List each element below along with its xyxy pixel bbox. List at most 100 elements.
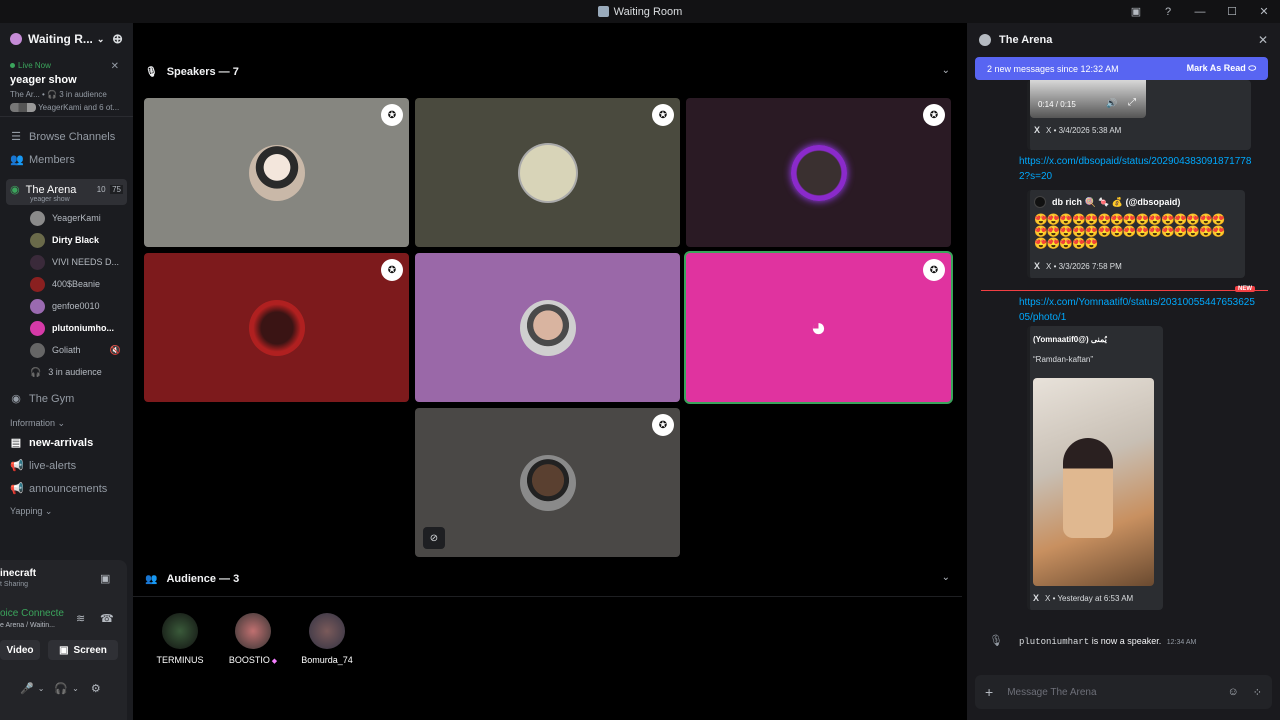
channel-the-gym[interactable]: ◉ The Gym: [0, 387, 133, 410]
live-title: yeager show: [10, 74, 77, 86]
channel-live-alerts[interactable]: 📢 live-alerts: [0, 454, 133, 477]
channel-sub: yeager show: [30, 196, 70, 204]
add-member-icon[interactable]: ⊕: [112, 31, 123, 47]
voice-status: oice Connecte: [0, 608, 64, 619]
chevron-down-icon[interactable]: ⌄: [72, 684, 79, 693]
fullscreen-icon[interactable]: ⤢: [1128, 97, 1136, 108]
close-icon[interactable]: ✕: [111, 61, 119, 72]
video-player[interactable]: 0:14 / 0:15 🔊 ⤢: [1030, 80, 1146, 118]
category-information[interactable]: Information ⌄: [0, 410, 133, 431]
close-window-button[interactable]: ✕: [1248, 0, 1280, 23]
audience-member[interactable]: TERMINUS: [145, 613, 215, 665]
speaker-tile[interactable]: [415, 253, 680, 402]
activity-sub: t Sharing: [0, 581, 29, 588]
avatar: [248, 144, 305, 201]
embed-author: db rich 🍭 🍬 💰 (@dbsopaid): [1034, 196, 1180, 208]
system-message: plutoniumhart is now a speaker. 12:34 AM: [1019, 636, 1197, 647]
embed-source: XX • 3/4/2026 5:38 AM: [1034, 125, 1122, 135]
speaker-tile[interactable]: ✪ ⊘: [415, 408, 680, 557]
voice-member[interactable]: Dirty Black: [0, 229, 133, 251]
nav-members[interactable]: 👥 Members: [0, 148, 133, 171]
apps-icon[interactable]: ⁘: [1253, 686, 1262, 699]
help-icon[interactable]: ?: [1152, 0, 1184, 23]
voice-panel: inecraft t Sharing ▣ oice Connecte e Are…: [0, 560, 127, 720]
voice-member[interactable]: 400$Beanie: [0, 273, 133, 295]
stage-icon: ◉: [10, 184, 20, 197]
audience-member[interactable]: BOOSTIO ◆: [218, 613, 288, 665]
speaker-tile[interactable]: ✪: [415, 98, 680, 247]
microphone-icon: 🎙: [145, 66, 158, 78]
add-attachment-icon[interactable]: +: [985, 684, 993, 700]
new-divider: [981, 290, 1268, 291]
voice-member[interactable]: VIVI NEEDS D...: [0, 251, 133, 273]
close-icon[interactable]: ✕: [1258, 33, 1268, 47]
speaker-tile[interactable]: ✪: [144, 98, 409, 247]
audience-member[interactable]: Bomurda_74: [292, 613, 362, 665]
voice-location: e Arena / Waitin...: [0, 622, 55, 629]
inbox-icon[interactable]: ▣: [1120, 0, 1152, 23]
maximize-button[interactable]: ☐: [1216, 0, 1248, 23]
chat-header: The Arena ✕: [967, 23, 1280, 57]
screen-button[interactable]: ▣ Screen: [48, 640, 118, 660]
chevron-down-icon[interactable]: ⌄: [942, 65, 950, 76]
audience-count[interactable]: 🎧 3 in audience: [0, 361, 133, 383]
video-button[interactable]: Video: [0, 640, 40, 660]
moderator-icon: ✪: [381, 104, 403, 126]
headphones-icon: 🎧: [47, 90, 58, 99]
system-user[interactable]: plutoniumhart: [1019, 637, 1089, 647]
nav-browse-channels[interactable]: ☰ Browse Channels: [0, 125, 133, 148]
tweet-link-2[interactable]: https://x.com/Yomnaatif0/status/20310055…: [1019, 295, 1257, 325]
message-input[interactable]: + Message The Arena ☺ ⁘: [975, 675, 1272, 709]
voice-member[interactable]: genfoe0010: [0, 295, 133, 317]
settings-icon[interactable]: ⚙: [91, 682, 101, 695]
avatar: [30, 232, 45, 248]
channel-the-arena[interactable]: ◉ The Arena 10 75 yeager show: [6, 179, 127, 206]
voice-member[interactable]: Goliath 🔇: [0, 339, 133, 361]
moderator-icon: ✪: [923, 104, 945, 126]
microphone-icon[interactable]: 🎤: [20, 682, 34, 695]
avatar: [309, 613, 345, 649]
moderator-icon: ✪: [381, 259, 403, 281]
voice-member[interactable]: plutoniumho...: [0, 317, 133, 339]
headphones-icon[interactable]: 🎧: [54, 682, 68, 695]
minimize-button[interactable]: —: [1184, 0, 1216, 23]
chevron-down-icon[interactable]: ⌄: [38, 684, 45, 693]
speaker-tile[interactable]: ✪: [144, 253, 409, 402]
channel-new-arrivals[interactable]: ▤ new-arrivals: [0, 431, 133, 454]
avatar: [30, 210, 45, 226]
speaker-tile[interactable]: ✪: [686, 98, 951, 247]
channel-announcements[interactable]: 📢 announcements: [0, 477, 133, 500]
embed-photo[interactable]: [1033, 378, 1154, 586]
mark-as-read-button[interactable]: Mark As Read ⬭: [1187, 63, 1256, 74]
emoji-icon[interactable]: ☺: [1228, 686, 1239, 698]
avatar: [235, 613, 271, 649]
volume-icon[interactable]: 🔊: [1106, 98, 1117, 109]
video-time: 0:14 / 0:15: [1038, 100, 1076, 109]
speakers-header: 🎙 Speakers — 7: [145, 66, 239, 78]
noise-suppression-icon[interactable]: ≋: [76, 612, 85, 625]
new-messages-banner[interactable]: 2 new messages since 12:32 AM Mark As Re…: [975, 57, 1268, 80]
channel-counts: 10 75: [96, 185, 123, 195]
members-icon: 👥: [10, 154, 24, 167]
speaker-tile[interactable]: ◕ ✪: [686, 253, 951, 402]
member-avatars: [10, 103, 36, 113]
embed-tweet-2: (Yomnaatif0@) يُمنى “Ramdan-kaftan” XX •…: [1027, 326, 1163, 610]
screen-icon: ▣: [59, 644, 69, 656]
activity-title: inecraft: [0, 568, 37, 579]
tweet-link-1[interactable]: https://x.com/dbsopaid/status/2029043830…: [1019, 154, 1257, 184]
disconnect-icon[interactable]: ☎: [100, 612, 114, 625]
voice-member[interactable]: YeagerKami: [0, 207, 133, 229]
chevron-down-icon[interactable]: ⌄: [942, 572, 950, 583]
headphones-icon: 🎧: [30, 366, 42, 377]
live-now-card[interactable]: Live Now yeager show The Ar... • 🎧 3 in …: [0, 55, 133, 118]
embed-source: XX • 3/3/2026 7:58 PM: [1034, 261, 1122, 271]
avatar: [1034, 196, 1046, 208]
screen-share-icon[interactable]: ▣: [100, 572, 110, 585]
discord-logo-icon: ◕: [810, 312, 827, 342]
avatar: [790, 144, 847, 201]
window-title: Waiting Room: [613, 5, 683, 18]
category-yapping[interactable]: Yapping ⌄: [0, 500, 133, 519]
avatar: [248, 299, 305, 356]
announcement-icon: 📢: [10, 483, 24, 496]
server-header[interactable]: Waiting R... ⌄ ⊕: [0, 23, 133, 55]
